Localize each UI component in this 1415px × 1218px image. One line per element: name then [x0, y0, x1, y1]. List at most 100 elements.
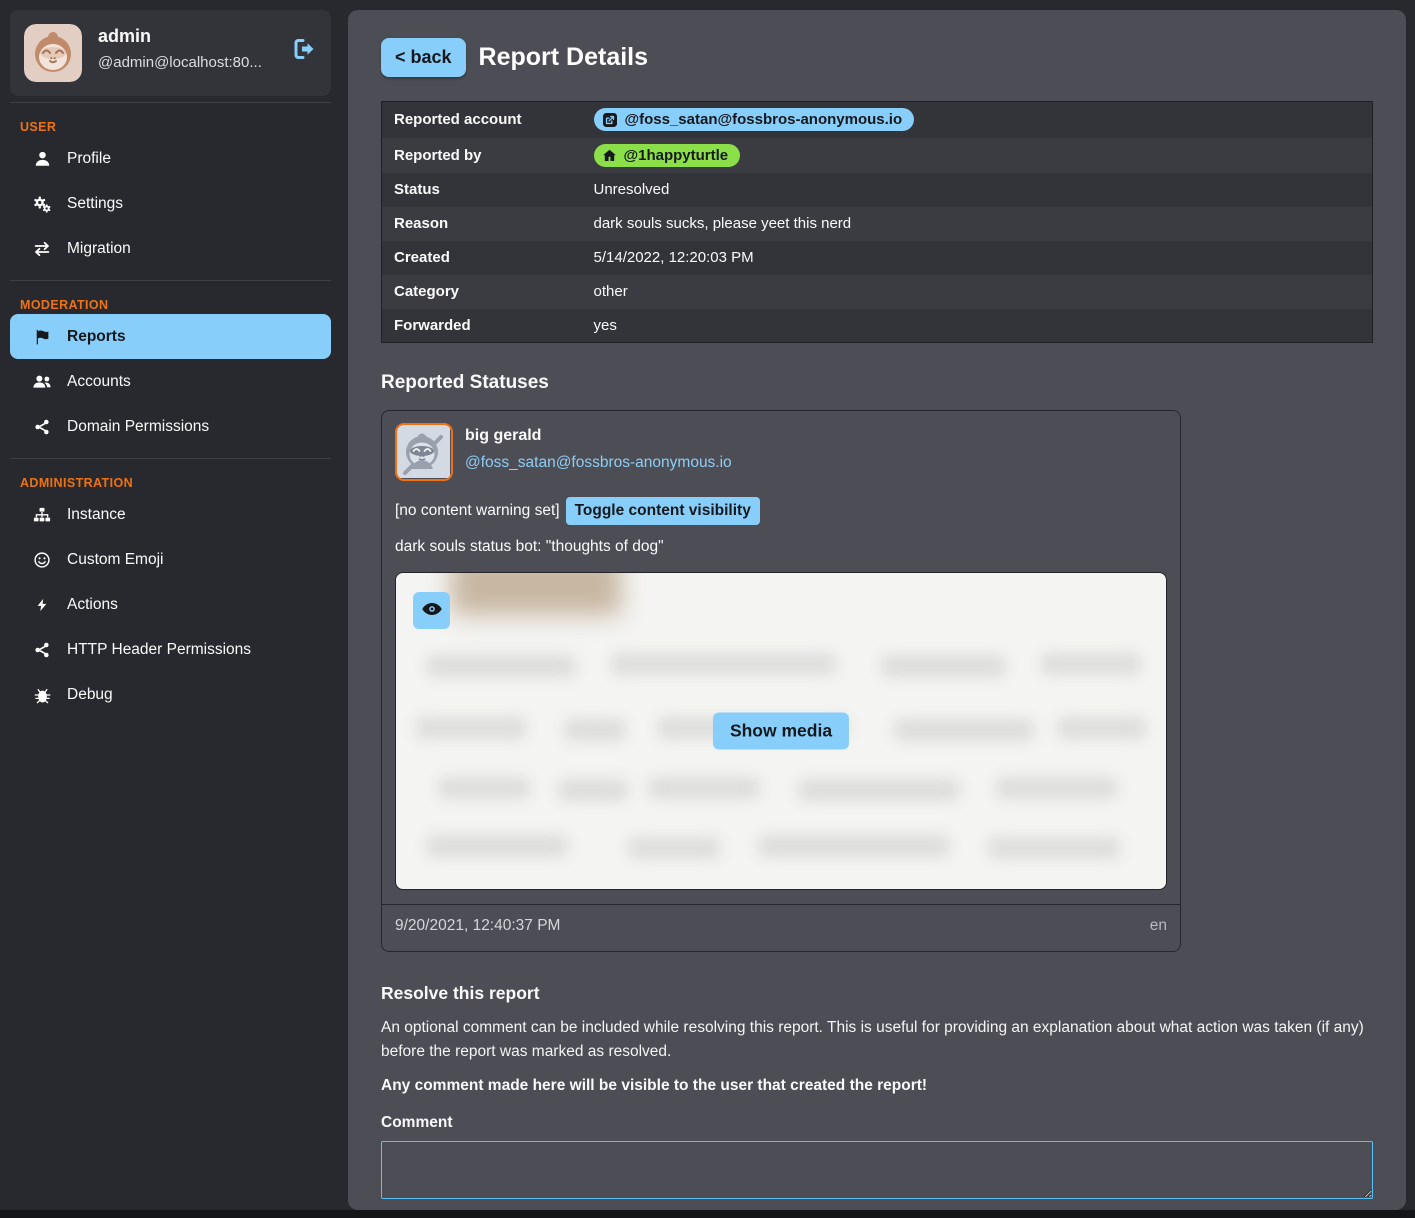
- back-button[interactable]: < back: [381, 38, 466, 77]
- sidebar-item-label: HTTP Header Permissions: [67, 641, 251, 659]
- status-header: big gerald @foss_satan@fossbros-anonymou…: [395, 423, 1167, 481]
- sidebar-item-label: Reports: [67, 328, 126, 346]
- section-label-moderation: MODERATION: [20, 298, 331, 312]
- arrows-left-right-icon: [32, 240, 52, 258]
- share-nodes-icon: [32, 418, 52, 436]
- sidebar-item-domain-permissions[interactable]: Domain Permissions: [10, 404, 331, 449]
- sidebar-item-label: Custom Emoji: [67, 551, 163, 569]
- user-name: admin: [98, 26, 262, 47]
- sidebar-item-debug[interactable]: Debug: [10, 672, 331, 717]
- user-meta: admin @admin@localhost:80...: [98, 24, 262, 82]
- row-label: Reason: [382, 207, 582, 241]
- page-bottom-strip: [0, 1210, 1415, 1218]
- sidebar-item-http-header-permissions[interactable]: HTTP Header Permissions: [10, 627, 331, 672]
- nav-section-moderation: MODERATION Reports: [10, 298, 331, 458]
- status-media-attachment: Show media: [395, 572, 1167, 890]
- sidebar: admin @admin@localhost:80... USER Profil…: [0, 0, 348, 1210]
- main-panel: < back Report Details Reported account: [348, 10, 1406, 1210]
- row-label: Reported by: [382, 138, 582, 173]
- table-row-reported-by: Reported by @1happyturtle: [382, 138, 1373, 173]
- sidebar-item-label: Profile: [67, 150, 111, 168]
- row-label: Forwarded: [382, 309, 582, 343]
- share-nodes-icon: [32, 641, 52, 659]
- reporter-handle: @1happyturtle: [624, 147, 729, 164]
- status-text: dark souls status bot: "thoughts of dog": [395, 538, 1167, 556]
- status-language: en: [1150, 917, 1167, 935]
- status-names: big gerald @foss_satan@fossbros-anonymou…: [465, 423, 732, 481]
- reported-account-pill[interactable]: @foss_satan@fossbros-anonymous.io: [594, 108, 915, 131]
- reported-account-handle: @foss_satan@fossbros-anonymous.io: [625, 111, 903, 128]
- sidebar-item-label: Actions: [67, 596, 118, 614]
- section-label-user: USER: [20, 120, 331, 134]
- reporter-pill[interactable]: @1happyturtle: [594, 144, 741, 167]
- nav-section-administration: ADMINISTRATION Instance: [10, 476, 331, 726]
- external-link-icon: [602, 112, 618, 128]
- row-label: Reported account: [382, 102, 582, 138]
- status-card: big gerald @foss_satan@fossbros-anonymou…: [381, 410, 1181, 952]
- sidebar-item-custom-emoji[interactable]: Custom Emoji: [10, 537, 331, 582]
- status-display-name: big gerald: [465, 427, 732, 445]
- sidebar-item-actions[interactable]: Actions: [10, 582, 331, 627]
- status-account-link[interactable]: @foss_satan@fossbros-anonymous.io: [465, 454, 732, 472]
- sidebar-item-label: Settings: [67, 195, 123, 213]
- status-value: Unresolved: [582, 173, 1373, 207]
- table-row-status: Status Unresolved: [382, 173, 1373, 207]
- toggle-content-visibility-button[interactable]: Toggle content visibility: [566, 497, 760, 525]
- house-icon: [602, 148, 617, 163]
- row-label: Created: [382, 241, 582, 275]
- table-row-created: Created 5/14/2022, 12:20:03 PM: [382, 241, 1373, 275]
- section-label-administration: ADMINISTRATION: [20, 476, 331, 490]
- sidebar-item-settings[interactable]: Settings: [10, 181, 331, 226]
- content-warning-note: [no content warning set]: [395, 502, 560, 520]
- sidebar-divider: [10, 102, 331, 103]
- sidebar-item-label: Accounts: [67, 373, 131, 391]
- created-value: 5/14/2022, 12:20:03 PM: [582, 241, 1373, 275]
- report-details-table: Reported account @foss_satan@fossbros-an…: [381, 101, 1373, 343]
- page-header: < back Report Details: [381, 38, 1373, 77]
- user-handle: @admin@localhost:80...: [98, 54, 262, 71]
- reported-statuses-heading: Reported Statuses: [381, 372, 1373, 394]
- nav-section-user: USER Profile: [10, 120, 331, 280]
- sidebar-item-profile[interactable]: Profile: [10, 136, 331, 181]
- hide-media-eye-button[interactable]: [413, 592, 450, 629]
- resolve-description: An optional comment can be included whil…: [381, 1016, 1373, 1064]
- category-value: other: [582, 275, 1373, 309]
- eye-icon: [421, 598, 443, 623]
- sidebar-divider: [10, 458, 331, 459]
- app-layout: admin @admin@localhost:80... USER Profil…: [0, 0, 1415, 1210]
- table-row-reported-account: Reported account @foss_satan@fossbros-an…: [382, 102, 1373, 138]
- bolt-icon: [32, 596, 52, 614]
- status-footer: 9/20/2021, 12:40:37 PM en: [382, 904, 1180, 951]
- comment-textarea[interactable]: [381, 1141, 1373, 1199]
- sidebar-item-accounts[interactable]: Accounts: [10, 359, 331, 404]
- table-row-category: Category other: [382, 275, 1373, 309]
- sidebar-item-instance[interactable]: Instance: [10, 492, 331, 537]
- gears-icon: [32, 195, 52, 213]
- resolve-heading: Resolve this report: [381, 983, 1373, 1004]
- status-avatar: [395, 423, 453, 481]
- reason-value: dark souls sucks, please yeet this nerd: [582, 207, 1373, 241]
- sidebar-item-label: Debug: [67, 686, 113, 704]
- smiley-icon: [32, 551, 52, 569]
- status-timestamp: 9/20/2021, 12:40:37 PM: [395, 917, 560, 935]
- sidebar-divider: [10, 280, 331, 281]
- table-row-reason: Reason dark souls sucks, please yeet thi…: [382, 207, 1373, 241]
- sidebar-item-label: Instance: [67, 506, 126, 524]
- sidebar-item-reports[interactable]: Reports: [10, 314, 331, 359]
- forwarded-value: yes: [582, 309, 1373, 343]
- sidebar-item-migration[interactable]: Migration: [10, 226, 331, 271]
- resolve-warning: Any comment made here will be visible to…: [381, 1077, 1373, 1095]
- user-icon: [32, 150, 52, 168]
- table-row-forwarded: Forwarded yes: [382, 309, 1373, 343]
- sidebar-item-label: Domain Permissions: [67, 418, 209, 436]
- page-title: Report Details: [479, 43, 648, 72]
- bug-icon: [32, 686, 52, 704]
- content-warning-row: [no content warning set] Toggle content …: [395, 497, 1167, 525]
- logout-icon[interactable]: [293, 38, 317, 65]
- sidebar-item-label: Migration: [67, 240, 131, 258]
- show-media-button[interactable]: Show media: [713, 713, 849, 750]
- users-icon: [32, 373, 52, 391]
- flag-icon: [32, 328, 52, 346]
- sitemap-icon: [32, 506, 52, 524]
- user-card[interactable]: admin @admin@localhost:80...: [10, 10, 331, 96]
